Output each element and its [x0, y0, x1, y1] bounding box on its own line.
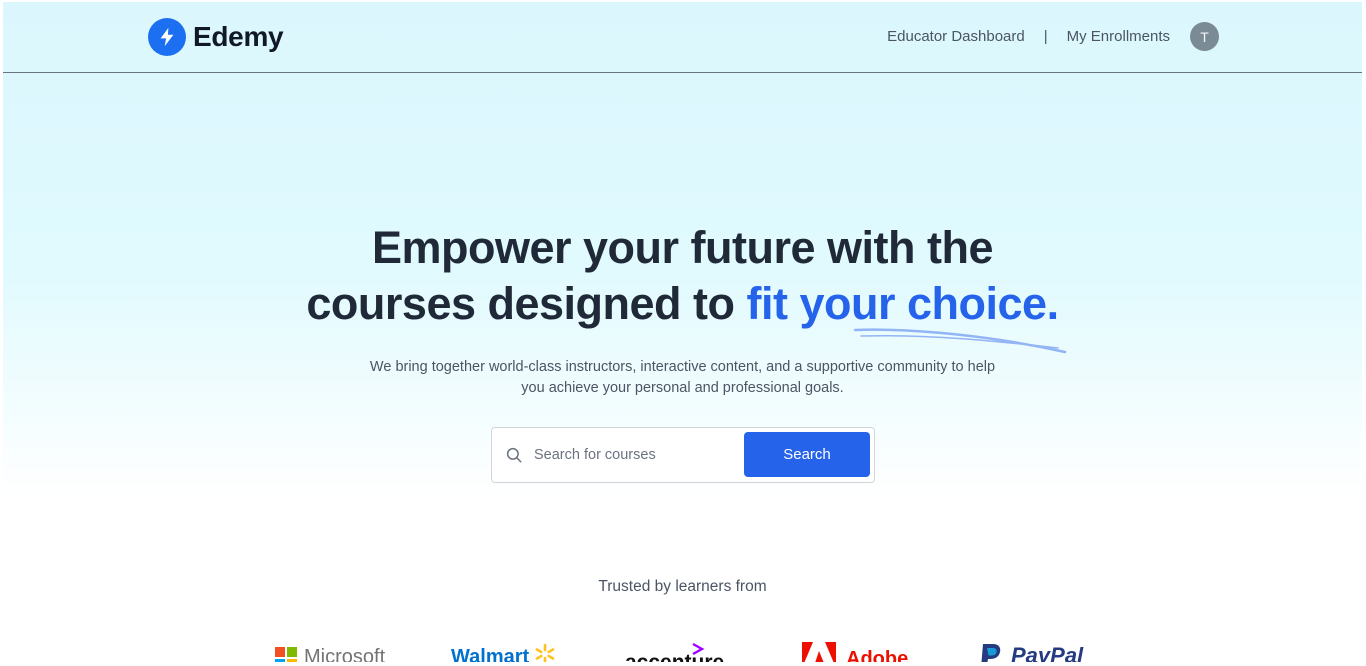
adobe-logo: Adobe: [802, 642, 908, 662]
adobe-name: Adobe: [846, 648, 909, 662]
company-logos-row: Microsoft Walmart accenture: [3, 638, 1362, 662]
search-icon: [505, 446, 523, 464]
hero-subtitle-line2: you achieve your personal and profession…: [521, 380, 844, 396]
hero-title: Empower your future with the courses des…: [3, 220, 1362, 332]
main-nav: Educator Dashboard | My Enrollments T: [887, 22, 1219, 51]
paypal-p-icon: [981, 644, 1001, 662]
educator-dashboard-link[interactable]: Educator Dashboard: [887, 28, 1025, 45]
walmart-spark-icon: [535, 643, 555, 662]
accenture-name: accenture: [625, 652, 724, 663]
hero-title-line2-prefix: courses designed to: [306, 278, 747, 329]
hero-subtitle: We bring together world-class instructor…: [3, 357, 1362, 399]
search-input[interactable]: [534, 447, 734, 463]
accenture-chevron-icon: [692, 642, 705, 656]
edemy-logo[interactable]: Edemy: [148, 18, 284, 56]
page-frame: Edemy Educator Dashboard | My Enrollment…: [3, 2, 1362, 662]
trusted-by-label: Trusted by learners from: [598, 578, 767, 595]
search-button[interactable]: Search: [744, 432, 870, 477]
adobe-a-icon: [802, 642, 836, 662]
accent-underline-stroke: [853, 328, 1067, 354]
walmart-logo: Walmart: [451, 643, 557, 662]
hero-title-line1: Empower your future with the: [371, 222, 994, 273]
microsoft-squares-icon: [275, 647, 297, 662]
hero-subtitle-line1: We bring together world-class instructor…: [369, 359, 996, 375]
top-navbar: Edemy Educator Dashboard | My Enrollment…: [3, 2, 1362, 73]
paypal-logo: PayPal: [979, 642, 1083, 662]
lightning-icon: [148, 18, 186, 56]
microsoft-logo: Microsoft: [275, 646, 385, 662]
logo-text: Edemy: [193, 21, 284, 52]
course-search-bar: Search: [491, 427, 875, 483]
microsoft-name: Microsoft: [304, 646, 386, 662]
accenture-logo: accenture: [625, 642, 724, 662]
user-avatar[interactable]: T: [1190, 22, 1219, 51]
walmart-name: Walmart: [451, 646, 530, 662]
my-enrollments-link[interactable]: My Enrollments: [1067, 28, 1170, 45]
nav-separator: |: [1043, 28, 1048, 45]
paypal-name: PayPal: [1011, 643, 1084, 663]
